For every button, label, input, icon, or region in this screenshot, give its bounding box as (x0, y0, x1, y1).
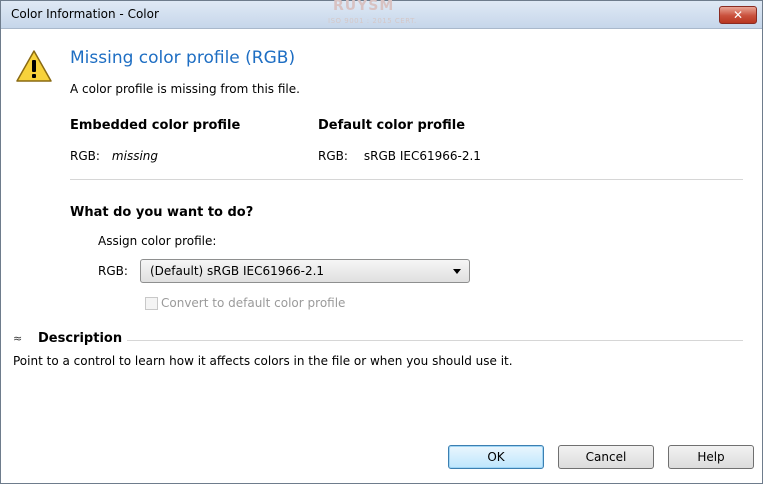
dropdown-selected-value: (Default) sRGB IEC61966-2.1 (150, 264, 325, 278)
cancel-button[interactable]: Cancel (558, 445, 654, 469)
title-bar[interactable]: Color Information - Color RUYSM ISO 9001… (1, 0, 762, 29)
assign-profile-dropdown[interactable]: (Default) sRGB IEC61966-2.1 (140, 259, 470, 283)
dialog-content: Missing color profile (RGB) A color prof… (1, 29, 762, 483)
action-question: What do you want to do? (70, 205, 254, 220)
page-title: Missing color profile (RGB) (70, 48, 296, 68)
warning-icon (15, 49, 53, 86)
rgb-select-label: RGB: (98, 264, 128, 278)
description-text: Point to a control to learn how it affec… (13, 354, 513, 368)
help-button[interactable]: Help (668, 445, 754, 469)
default-profile-value: RGB: sRGB IEC61966-2.1 (318, 149, 481, 163)
description-divider (127, 340, 743, 341)
collapse-toggle-icon[interactable]: ≈ (13, 332, 22, 345)
convert-profile-checkbox[interactable] (145, 297, 158, 310)
ok-button[interactable]: OK (448, 445, 544, 469)
embedded-rgb-value: missing (111, 149, 159, 163)
watermark-logo: RUYSM (333, 0, 395, 14)
missing-profile-message: A color profile is missing from this fil… (70, 82, 300, 96)
section-divider (70, 179, 743, 180)
close-icon: ✕ (732, 8, 744, 22)
default-rgb-value: sRGB IEC61966-2.1 (363, 149, 481, 163)
embedded-rgb-label: RGB: (70, 149, 100, 163)
assign-profile-label: Assign color profile: (98, 234, 217, 248)
watermark-subtext: ISO 9001 : 2015 CERT. (328, 17, 417, 25)
embedded-profile-heading: Embedded color profile (70, 118, 241, 133)
default-profile-heading: Default color profile (318, 118, 466, 133)
window-title: Color Information - Color (11, 7, 159, 21)
color-information-dialog: Color Information - Color RUYSM ISO 9001… (0, 0, 763, 484)
chevron-down-icon (453, 269, 461, 274)
description-heading[interactable]: Description (38, 331, 122, 346)
close-button[interactable]: ✕ (719, 6, 757, 24)
convert-profile-label[interactable]: Convert to default color profile (161, 296, 345, 310)
default-rgb-label: RGB: (318, 149, 348, 163)
embedded-profile-value: RGB: missing (70, 149, 158, 163)
